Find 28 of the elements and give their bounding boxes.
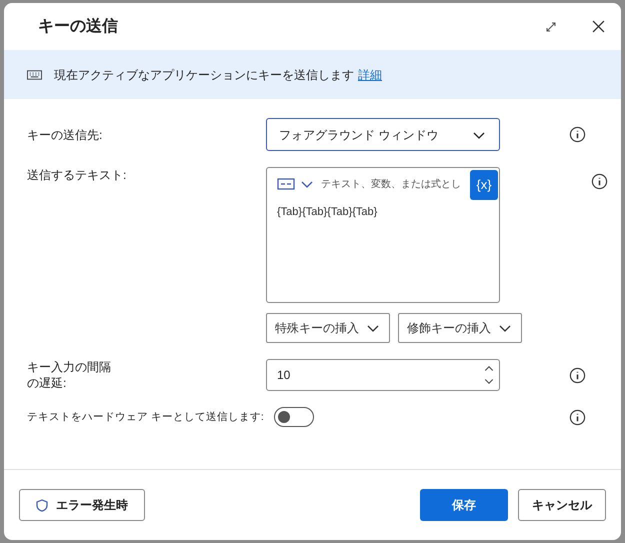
text-area[interactable]: テキスト、変数、または式とし {Tab}{Tab}{Tab}{Tab} {x} [266,167,500,303]
error-handling-button[interactable]: エラー発生時 [19,489,145,521]
cancel-button[interactable]: キャンセル [518,489,606,521]
insert-dropdown[interactable]: 特殊キーの挿入 [266,313,390,343]
info-icon[interactable] [569,408,586,426]
close-icon[interactable] [592,20,605,33]
details-link[interactable]: 詳細 [358,66,382,84]
info-icon[interactable] [591,173,608,190]
expression-field[interactable]: テキスト、変数、または式とし [321,176,471,192]
shield-icon [36,498,48,512]
insert-dropdown[interactable]: 修飾キーの挿入 [398,313,522,343]
banner-text: 現在アクティブなアプリケーションにキーを送信します [54,66,354,84]
field-label: 送信するテキスト: [27,167,126,183]
select-field[interactable]: フォアグラウンド ウィンドウ [266,118,500,151]
dialog-title: キーの送信 [38,16,119,36]
variable-button[interactable]: {x} [470,170,498,200]
keyboard-icon [27,70,42,80]
field-label: キー入力の間隔の遅延: [27,359,112,391]
text-value: {Tab}{Tab}{Tab}{Tab} [277,205,378,220]
toggle-switch[interactable] [274,407,314,427]
info-icon[interactable] [569,366,586,384]
info-icon[interactable] [569,126,586,143]
expand-icon[interactable] [546,22,556,32]
field-label: キーの送信先: [27,126,102,142]
text-mode-icon[interactable] [277,177,295,191]
number-field[interactable]: 10 [266,359,500,391]
field-label: テキストをハードウェア キーとして送信します: [27,410,264,425]
save-button[interactable]: 保存 [420,489,508,521]
